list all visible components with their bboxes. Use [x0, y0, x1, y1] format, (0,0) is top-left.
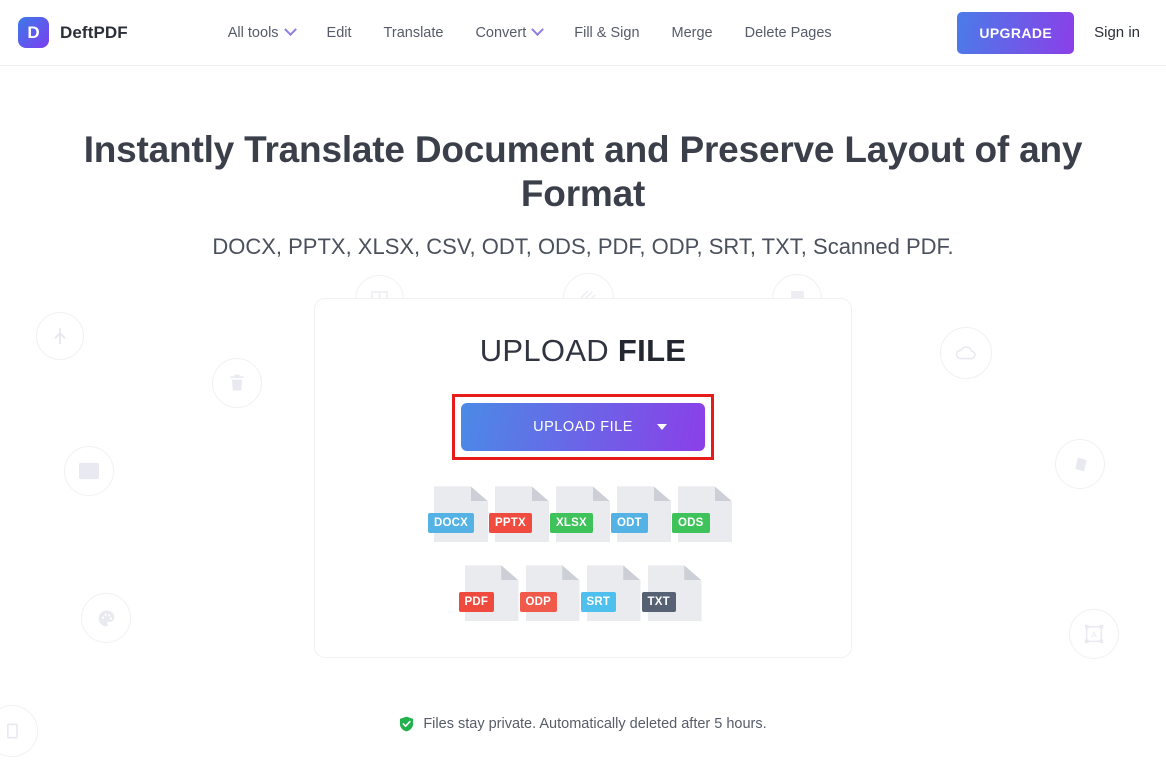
file-type-odt: ODT: [611, 486, 671, 543]
nav-item-fill-and-sign[interactable]: Fill & Sign: [558, 17, 655, 49]
nav-item-convert[interactable]: Convert: [459, 17, 558, 49]
nav-label: Edit: [326, 24, 352, 41]
file-type-label: DOCX: [428, 512, 475, 534]
nav-item-delete-pages[interactable]: Delete Pages: [729, 17, 848, 49]
hero-section: Instantly Translate Document and Preserv…: [0, 66, 1166, 260]
nav-label: Delete Pages: [744, 24, 832, 41]
nav-item-all-tools[interactable]: All tools: [212, 17, 311, 49]
file-type-ods: ODS: [672, 486, 732, 543]
nav-label: Merge: [671, 24, 713, 41]
file-type-label: ODT: [611, 512, 648, 534]
upload-card: UPLOAD FILE UPLOAD FILE DOCX PPTX XLSX O…: [314, 298, 852, 659]
nav-label: All tools: [227, 24, 279, 41]
file-type-label: SRT: [580, 591, 617, 613]
upload-file-button[interactable]: UPLOAD FILE: [461, 403, 705, 452]
card-title-bold: FILE: [617, 333, 687, 369]
file-type-xlsx: XLSX: [550, 486, 610, 543]
file-type-pptx: PPTX: [489, 486, 549, 543]
file-type-label: TXT: [641, 591, 676, 613]
image-add-icon: [64, 446, 114, 496]
file-types-row-1: DOCX PPTX XLSX ODT ODS: [315, 486, 851, 543]
delete-trash-icon: [212, 358, 262, 408]
brand-name: DeftPDF: [60, 22, 128, 42]
file-types-row-2: PDF ODP SRT TXT: [315, 565, 851, 622]
caret-down-icon[interactable]: [657, 424, 667, 431]
nav-label: Translate: [383, 24, 444, 41]
file-fold: [714, 486, 732, 502]
chevron-down-icon: [283, 23, 297, 37]
main-nav: All tools Edit Translate Convert Fill & …: [212, 17, 848, 49]
file-fold: [653, 486, 671, 502]
card-title-light: UPLOAD: [479, 333, 609, 369]
nav-label: Convert: [475, 24, 527, 41]
file-type-label: ODS: [672, 512, 710, 534]
card-title: UPLOAD FILE: [315, 333, 851, 369]
file-fold: [562, 565, 580, 581]
file-fold: [470, 486, 488, 502]
cloud-icon: [940, 327, 992, 379]
shield-check-icon: [400, 716, 414, 732]
page-root: A D DeftPDF All tools Edit Translate Con…: [0, 0, 1166, 762]
upload-file-label: UPLOAD FILE: [533, 419, 633, 436]
upload-highlight-box: UPLOAD FILE: [452, 394, 714, 461]
brand-logo[interactable]: D DeftPDF: [18, 17, 128, 48]
site-header: D DeftPDF All tools Edit Translate Conve…: [0, 0, 1166, 66]
file-type-srt: SRT: [580, 565, 641, 622]
file-type-docx: DOCX: [428, 486, 488, 543]
file-type-odp: ODP: [519, 565, 580, 622]
file-fold: [684, 565, 702, 581]
upgrade-button[interactable]: UPGRADE: [957, 11, 1075, 54]
page-title: Instantly Translate Document and Preserv…: [83, 129, 1083, 214]
privacy-note-text: Files stay private. Automatically delete…: [423, 716, 767, 732]
file-type-label: XLSX: [550, 512, 593, 534]
file-fold: [531, 486, 549, 502]
file-type-pdf: PDF: [458, 565, 519, 622]
file-type-txt: TXT: [641, 565, 702, 622]
svg-text:A: A: [1091, 631, 1097, 640]
file-type-label: ODP: [519, 591, 558, 613]
merge-arrow-icon: [36, 312, 84, 360]
nav-label: Fill & Sign: [574, 24, 640, 41]
file-fold: [501, 565, 519, 581]
file-type-label: PPTX: [489, 512, 532, 534]
nav-item-merge[interactable]: Merge: [656, 17, 729, 49]
header-actions: UPGRADE Sign in: [957, 11, 1148, 54]
flip-book-icon: [1055, 439, 1105, 489]
palette-icon: [81, 593, 131, 643]
text-box-icon: A: [1069, 609, 1119, 659]
nav-item-translate[interactable]: Translate: [368, 17, 460, 49]
privacy-note: Files stay private. Automatically delete…: [0, 716, 1166, 732]
file-fold: [623, 565, 641, 581]
chevron-down-icon: [531, 23, 545, 37]
hero-subtitle: DOCX, PPTX, XLSX, CSV, ODT, ODS, PDF, OD…: [212, 234, 954, 260]
sign-in-link[interactable]: Sign in: [1094, 24, 1148, 41]
file-type-label: PDF: [458, 591, 495, 613]
nav-item-edit[interactable]: Edit: [311, 17, 368, 49]
file-fold: [592, 486, 610, 502]
logo-mark-icon: D: [18, 17, 49, 48]
